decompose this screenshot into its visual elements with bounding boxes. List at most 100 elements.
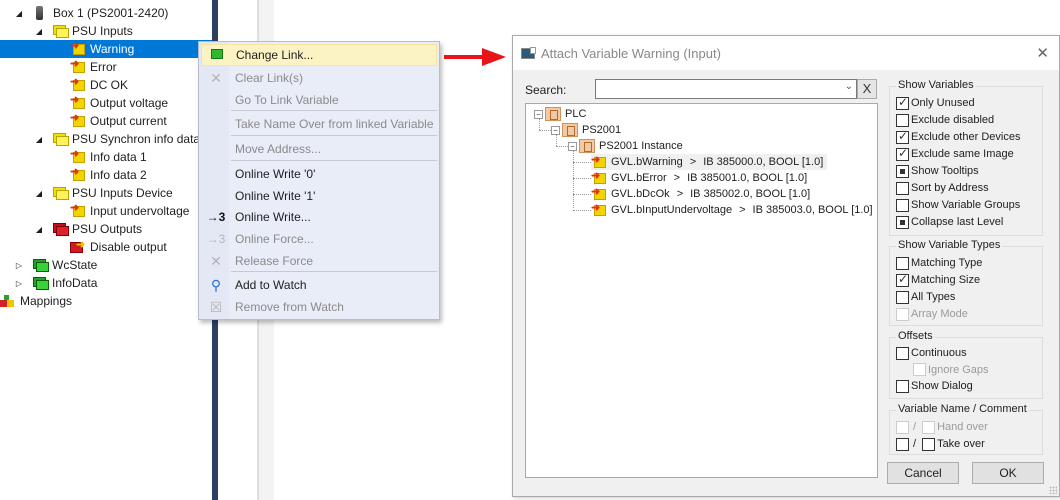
checkbox-option[interactable]: Show Dialog (896, 378, 973, 394)
tree-item-label: Warning (90, 42, 135, 56)
release-force-icon: ✕ (210, 252, 222, 269)
collapse-arrow-icon[interactable]: ◢ (34, 225, 44, 234)
checkbox[interactable] (896, 113, 909, 127)
checkbox-option[interactable]: Show Variable Groups (896, 197, 1020, 213)
checkbox[interactable] (896, 164, 909, 178)
menu-item[interactable]: ⚲ Add to Watch (201, 274, 437, 296)
tree-line (573, 150, 574, 208)
checkbox-option[interactable]: Sort by Address (896, 180, 989, 196)
tree-item[interactable]: Disable output (0, 238, 212, 256)
remove-watch-icon: ☒ (209, 298, 223, 315)
tree-line (573, 210, 591, 211)
tree-item[interactable]: Output voltage (0, 93, 212, 112)
checkbox[interactable] (896, 129, 909, 144)
checkbox[interactable] (896, 290, 909, 304)
resize-grip[interactable] (1049, 486, 1057, 494)
search-text[interactable] (596, 80, 836, 98)
checkbox[interactable] (896, 346, 909, 360)
tree-item[interactable]: ◢ PSU Synchron info data (0, 130, 212, 148)
menu-item[interactable]: Take Name Over from linked Variable (201, 113, 437, 135)
checkbox-label: Matching Size (911, 274, 981, 286)
menu-item[interactable]: Go To Link Variable (201, 89, 437, 111)
tree-item[interactable]: ▷ InfoData (0, 274, 212, 292)
separator: > (739, 204, 746, 216)
menu-item[interactable]: ☒ Remove from Watch (201, 296, 437, 318)
tree-node[interactable]: − PS2001 (551, 122, 621, 138)
variable-item[interactable]: GVL.bWarning > IB 385000.0, BOOL [1.0] (591, 153, 828, 170)
menu-item[interactable]: ✕ Release Force (201, 250, 437, 272)
menu-item[interactable]: ✕ Clear Link(s) (201, 67, 437, 89)
checkbox-option[interactable]: Matching Size (896, 272, 980, 288)
checkbox-option[interactable]: Only Unused (896, 95, 975, 111)
checkbox[interactable] (896, 181, 909, 195)
checkbox-option[interactable]: Exclude other Devices (896, 129, 1020, 145)
checkbox-option[interactable]: All Types (896, 289, 955, 305)
tree-item[interactable]: Info data 1 (0, 147, 212, 166)
tree-item[interactable]: ▷ WcState (0, 256, 212, 274)
variable-item[interactable]: GVL.bInputUndervoltage > IB 385003.0, BOOL… (591, 201, 877, 218)
change-link-icon (202, 48, 232, 62)
group-title: Variable Name / Comment (896, 403, 1029, 415)
tree-item[interactable]: Output current (0, 111, 212, 130)
variable-item[interactable]: GVL.bError > IB 385001.0, BOOL [1.0] (591, 169, 811, 186)
menu-item[interactable]: Move Address... (201, 138, 437, 160)
comment-checkbox[interactable] (922, 437, 936, 451)
checkbox-option[interactable]: Exclude disabled (896, 112, 994, 128)
checkbox[interactable] (896, 256, 909, 270)
collapse-arrow-icon[interactable]: ◢ (14, 9, 24, 18)
chevron-down-icon[interactable]: ⌄ (845, 81, 853, 92)
checkbox-option[interactable]: Collapse last Level (896, 214, 1003, 230)
expand-arrow-icon[interactable]: ▷ (14, 261, 24, 270)
tree-item[interactable]: Warning (0, 39, 212, 58)
menu-item-label: Clear Link(s) (235, 71, 304, 85)
name-comment-row: / Take over (896, 436, 985, 452)
tree-item[interactable]: ◢ Box 1 (PS2001-2420) (0, 4, 212, 22)
ok-button[interactable]: OK (972, 462, 1044, 484)
tree-item[interactable]: DC OK (0, 75, 212, 94)
offsets-group: Offsets Continuous Ignore Gaps Show Dialog (889, 330, 1043, 399)
checkbox[interactable] (896, 215, 909, 229)
collapse-arrow-icon[interactable]: ◢ (34, 135, 44, 144)
checkbox-option[interactable]: Matching Type (896, 255, 982, 271)
menu-separator (231, 160, 437, 161)
checkbox[interactable] (896, 379, 909, 393)
tree-item[interactable]: Info data 2 (0, 165, 212, 184)
menu-item-label: Online Force... (235, 232, 314, 246)
collapse-arrow-icon[interactable]: ◢ (34, 189, 44, 198)
menu-item[interactable]: Change Link... (201, 44, 437, 66)
tree-item[interactable]: ◢ PSU Inputs Device (0, 184, 212, 202)
close-icon[interactable]: ✕ (1036, 44, 1049, 62)
expand-arrow-icon[interactable]: ▷ (14, 279, 24, 288)
menu-item[interactable]: →3 Online Force... (201, 228, 437, 250)
tree-item[interactable]: ◢ PSU Outputs (0, 220, 212, 238)
menu-item[interactable]: Online Write '0' (201, 163, 437, 185)
dialog-title: Attach Variable Warning (Input) (541, 45, 721, 61)
tree-item[interactable]: Error (0, 57, 212, 76)
checkbox[interactable] (896, 272, 909, 287)
tree-item[interactable]: ◢ PSU Inputs (0, 22, 212, 40)
checkbox[interactable] (896, 146, 909, 161)
tree-node[interactable]: − PS2001 Instance (568, 138, 683, 154)
checkbox-option[interactable]: Continuous (896, 345, 967, 361)
collapse-arrow-icon[interactable]: ◢ (34, 27, 44, 36)
cancel-button[interactable]: Cancel (887, 462, 959, 484)
menu-item[interactable]: Online Write '1' (201, 185, 437, 207)
menu-item[interactable]: →3 Online Write... (201, 206, 437, 228)
name-checkbox[interactable] (896, 437, 909, 451)
show-variable-types-group: Show Variable Types Matching Type Matchin… (889, 239, 1043, 326)
tree-node-label: PLC (565, 108, 587, 120)
checkbox[interactable] (896, 95, 909, 110)
checkbox-option[interactable]: Show Tooltips (896, 163, 979, 179)
dialog-titlebar[interactable]: Attach Variable Warning (Input) ✕ (513, 36, 1059, 70)
tree-item[interactable]: Mappings (0, 292, 212, 310)
search-input[interactable]: ⌄ (595, 79, 857, 99)
tree-item-label: PSU Synchron info data (72, 132, 201, 146)
tree-item[interactable]: Input undervoltage (0, 201, 212, 220)
variable-item[interactable]: GVL.bDcOk > IB 385002.0, BOOL [1.0] (591, 185, 814, 202)
clear-search-button[interactable]: X (857, 79, 877, 99)
tree-node[interactable]: − PLC (534, 106, 586, 122)
checkbox[interactable] (896, 198, 909, 212)
tree-line (573, 162, 591, 163)
checkbox-option[interactable]: Exclude same Image (896, 146, 1014, 162)
menu-separator (231, 135, 437, 136)
